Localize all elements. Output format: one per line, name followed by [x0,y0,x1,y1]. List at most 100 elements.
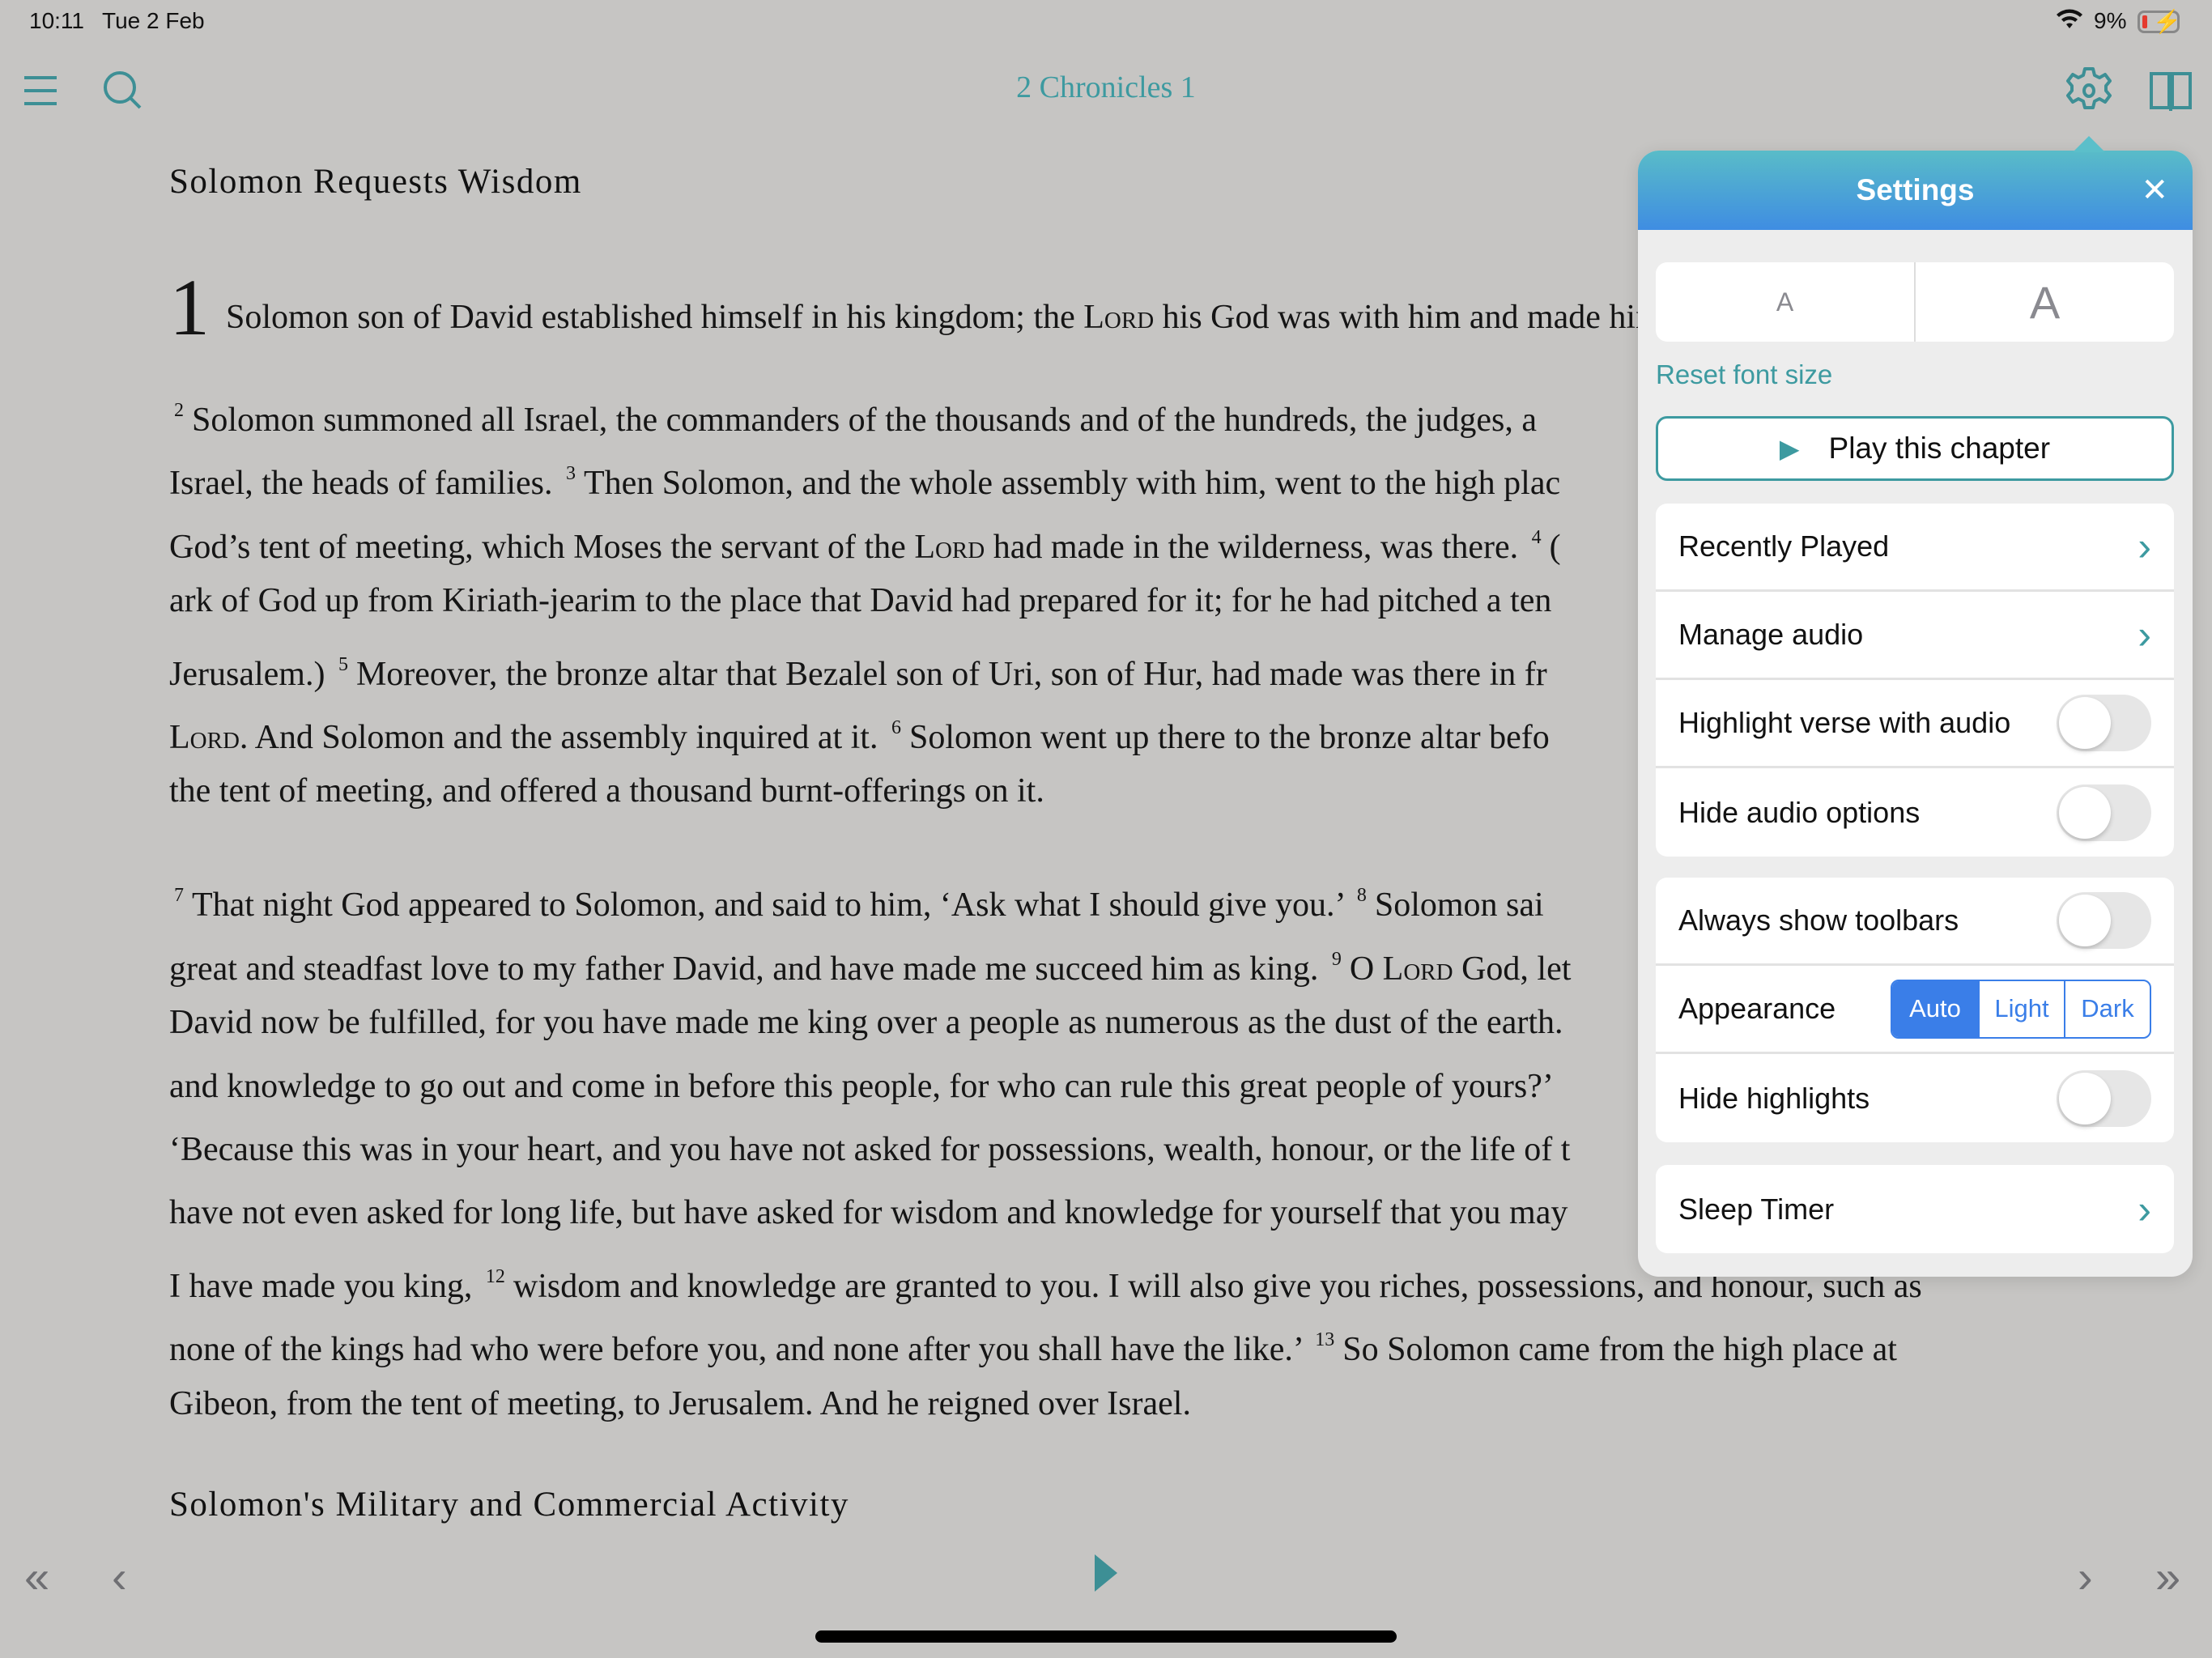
appearance-light[interactable]: Light [1978,980,2064,1037]
manage-audio-row[interactable]: Manage audio › [1656,592,2174,680]
sleep-timer-row[interactable]: Sleep Timer › [1656,1165,2174,1253]
recently-played-row[interactable]: Recently Played › [1656,504,2174,592]
verse-number: 9 [1331,949,1342,970]
row-label: Highlight verse with audio [1678,706,2011,739]
verse-text: God, let [1453,950,1572,988]
divine-name: Lord [1382,950,1453,988]
chapter-title[interactable]: 2 Chronicles 1 [0,70,2212,105]
verse-text: Moreover, the bronze altar that Bezalel … [355,656,1547,693]
text-line: have not even asked for long life, but h… [169,1188,1568,1237]
row-label: Recently Played [1678,529,1890,563]
home-indicator[interactable] [815,1630,1397,1643]
chevron-right-icon: › [2138,524,2151,569]
previous-chapter-icon[interactable]: ‹ [112,1550,127,1603]
appearance-auto[interactable]: Auto [1892,980,1978,1037]
reset-font-size-link[interactable]: Reset font size [1656,359,1832,390]
verse-number: 13 [1315,1329,1335,1350]
text-line: Israel, the heads of families. 3 Then Sol… [169,449,1560,508]
verse-text: none of the kings had who were before yo… [169,1331,1311,1368]
verse-text: Solomon summoned all Israel, the command… [192,402,1537,439]
verse-number: 4 [1531,527,1542,548]
battery-icon: ⚡ [2138,9,2181,34]
chapter-number: 1 [169,262,210,352]
previous-book-icon[interactable]: « [24,1550,49,1603]
section-heading: Solomon's Military and Commercial Activi… [169,1486,849,1524]
status-time: 10:11 [29,8,84,33]
verse-text: Gibeon, from the tent of meeting, to Jer… [169,1385,1191,1422]
verse-number: 7 [174,885,184,906]
text-line: Lord. And Solomon and the assembly inqui… [169,704,1550,762]
verse-text: So Solomon came from the high place at [1342,1331,1897,1368]
verse-number: 6 [891,717,901,738]
divine-name: Lord [1083,299,1155,336]
book-icon[interactable] [2149,71,2193,116]
settings-title: Settings [1856,173,1975,206]
verse-text: and knowledge to go out and come in befo… [169,1068,1554,1105]
play-icon: ▶ [1779,434,1800,463]
verse-text: ark of God up from Kiriath-jearim to the… [169,582,1552,619]
increase-font-button[interactable]: A [1916,262,2174,342]
always-toolbars-toggle[interactable] [2057,892,2151,949]
verse-text: great and steadfast love to my father Da… [169,950,1327,988]
verse-number: 2 [174,400,184,421]
text-line: 7 That night God appeared to Solomon, and… [169,871,1544,929]
hide-audio-toggle[interactable] [2057,784,2151,841]
verse-text: the tent of meeting, and offered a thous… [169,772,1044,810]
chevron-right-icon: › [2138,612,2151,657]
play-icon[interactable] [1093,1554,1119,1596]
row-label: Sleep Timer [1678,1192,1835,1226]
verse-number: 5 [338,654,348,675]
appearance-dark[interactable]: Dark [2064,980,2150,1037]
hide-highlights-row: Hide highlights [1656,1054,2174,1142]
settings-header: Settings ✕ [1638,151,2193,230]
appearance-segmented-control: Auto Light Dark [1891,979,2151,1039]
verse-text: ‘Because this was in your heart, and you… [169,1131,1571,1168]
next-chapter-icon[interactable]: › [2078,1550,2093,1603]
verse-text: have not even asked for long life, but h… [169,1194,1568,1231]
verse-text: Solomon sai [1374,886,1544,924]
verse-text: Solomon son of David established himself… [226,299,1084,336]
text-line: great and steadfast love to my father Da… [169,935,1571,993]
verse-text: David now be fulfilled, for you have mad… [169,1004,1563,1041]
play-chapter-button[interactable]: ▶ Play this chapter [1656,416,2174,481]
text-line: David now be fulfilled, for you have mad… [169,998,1563,1047]
verse-text: That night God appeared to Solomon, and … [192,886,1352,924]
verse-text: Jerusalem.) [169,656,334,693]
text-line: 2 Solomon summoned all Israel, the comman… [169,386,1537,444]
verse-number: 3 [565,463,576,484]
row-label: Always show toolbars [1678,903,1959,937]
verse-text: Solomon went up there to the bronze alta… [908,719,1550,756]
verse-text: God’s tent of meeting, which Moses the s… [169,529,915,566]
gear-icon[interactable] [2065,66,2112,119]
audio-settings-group: Recently Played › Manage audio › Highlight… [1656,504,2174,857]
verse-text: . And Solomon and the assembly inquired … [239,719,887,756]
row-label: Appearance [1678,992,1836,1025]
verse-text: Israel, the heads of families. [169,465,561,502]
verse-text: ( [1549,529,1561,566]
decrease-font-button[interactable]: A [1656,262,1916,342]
verse-number: 12 [485,1266,505,1287]
verse-text: had made in the wilderness, was there. [985,529,1527,566]
text-line: the tent of meeting, and offered a thous… [169,767,1044,815]
divine-name: Lord [169,719,240,756]
next-book-icon[interactable]: » [2155,1550,2180,1603]
text-line: Jerusalem.) 5 Moreover, the bronze altar … [169,640,1547,699]
text-line: and knowledge to go out and come in befo… [169,1062,1554,1111]
display-settings-group: Always show toolbars Appearance Auto Lig… [1656,878,2174,1142]
hide-highlights-toggle[interactable] [2057,1069,2151,1127]
play-chapter-label: Play this chapter [1828,432,2051,465]
row-label: Hide audio options [1678,795,1921,829]
text-line: ‘Because this was in your heart, and you… [169,1125,1570,1174]
status-date: Tue 2 Feb [102,8,205,33]
sleep-group: Sleep Timer › [1656,1165,2174,1253]
text-line: God’s tent of meeting, which Moses the s… [169,513,1561,572]
wifi-icon [2055,6,2084,36]
close-icon[interactable]: ✕ [2141,151,2168,230]
always-toolbars-row: Always show toolbars [1656,878,2174,966]
text-line: Gibeon, from the tent of meeting, to Jer… [169,1380,1191,1428]
verse-text: Then Solomon, and the whole assembly wit… [583,465,1561,502]
verse-text: O [1349,950,1383,988]
text-line: none of the kings had who were before yo… [169,1316,1897,1374]
highlight-verse-toggle[interactable] [2057,695,2151,751]
appearance-row: Appearance Auto Light Dark [1656,966,2174,1054]
